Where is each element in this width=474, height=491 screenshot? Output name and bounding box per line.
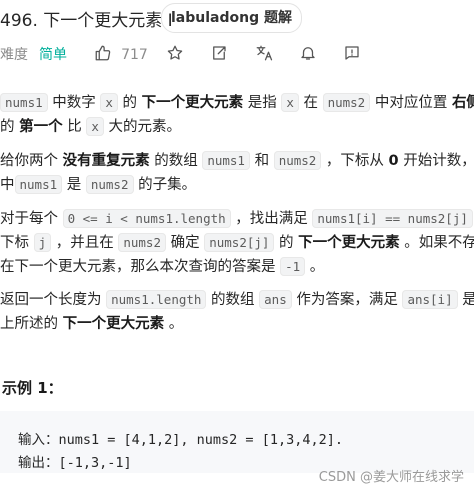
difficulty-label: 难度 bbox=[0, 47, 28, 63]
description-p3-line3: 在下一个更大元素，那么本次查询的答案是 -1 。 bbox=[0, 257, 325, 276]
description-p4-line1: 返回一个长度为 nums1.length 的数组 ans 作为答案，满足 ans… bbox=[0, 290, 474, 309]
share-icon[interactable] bbox=[210, 44, 228, 62]
example-title: 示例 1： bbox=[2, 379, 63, 397]
bell-icon[interactable] bbox=[299, 44, 317, 62]
description-p4-line2: 上所述的 下一个更大元素 。 bbox=[0, 316, 184, 332]
like-count: 717 bbox=[121, 47, 148, 63]
example-output: 输出：[-1,3,-1] bbox=[18, 455, 132, 471]
star-icon[interactable] bbox=[166, 44, 184, 62]
like-button[interactable]: 717 bbox=[94, 44, 148, 66]
difficulty-value: 简单 bbox=[39, 47, 67, 63]
example-input: 输入：nums1 = [4,1,2], nums2 = [1,3,4,2]. bbox=[18, 432, 343, 448]
problem-title: 496. 下一个更大元素 I bbox=[0, 11, 173, 31]
description-p3-line2: 下标 j ，并且在 nums2 确定 nums2[j] 的 下一个更大元素 。如… bbox=[0, 233, 474, 252]
description-p1-line2: 的 第一个 比 x 大的元素。 bbox=[0, 117, 181, 136]
description-p2-line2: 中 nums1 是 nums2 的子集。 bbox=[0, 175, 197, 194]
translate-icon[interactable] bbox=[255, 44, 273, 62]
description-p1-line1: nums1 中数字 x 的 下一个更大元素 是指 x 在 nums2 中对应位置… bbox=[0, 91, 474, 115]
solution-tag[interactable]: labuladong 题解 bbox=[161, 3, 302, 33]
description-p2-line1: 给你两个 没有重复元素 的数组 nums1 和 nums2 ，下标从 0 开始计… bbox=[0, 151, 474, 170]
thumbs-up-icon bbox=[94, 44, 112, 62]
watermark: CSDN @姜大师在线求学 bbox=[318, 470, 464, 485]
feedback-icon[interactable] bbox=[343, 44, 361, 62]
description-p3-line1: 对于每个 0 <= i < nums1.length ，找出满足 nums1[i… bbox=[0, 207, 474, 231]
